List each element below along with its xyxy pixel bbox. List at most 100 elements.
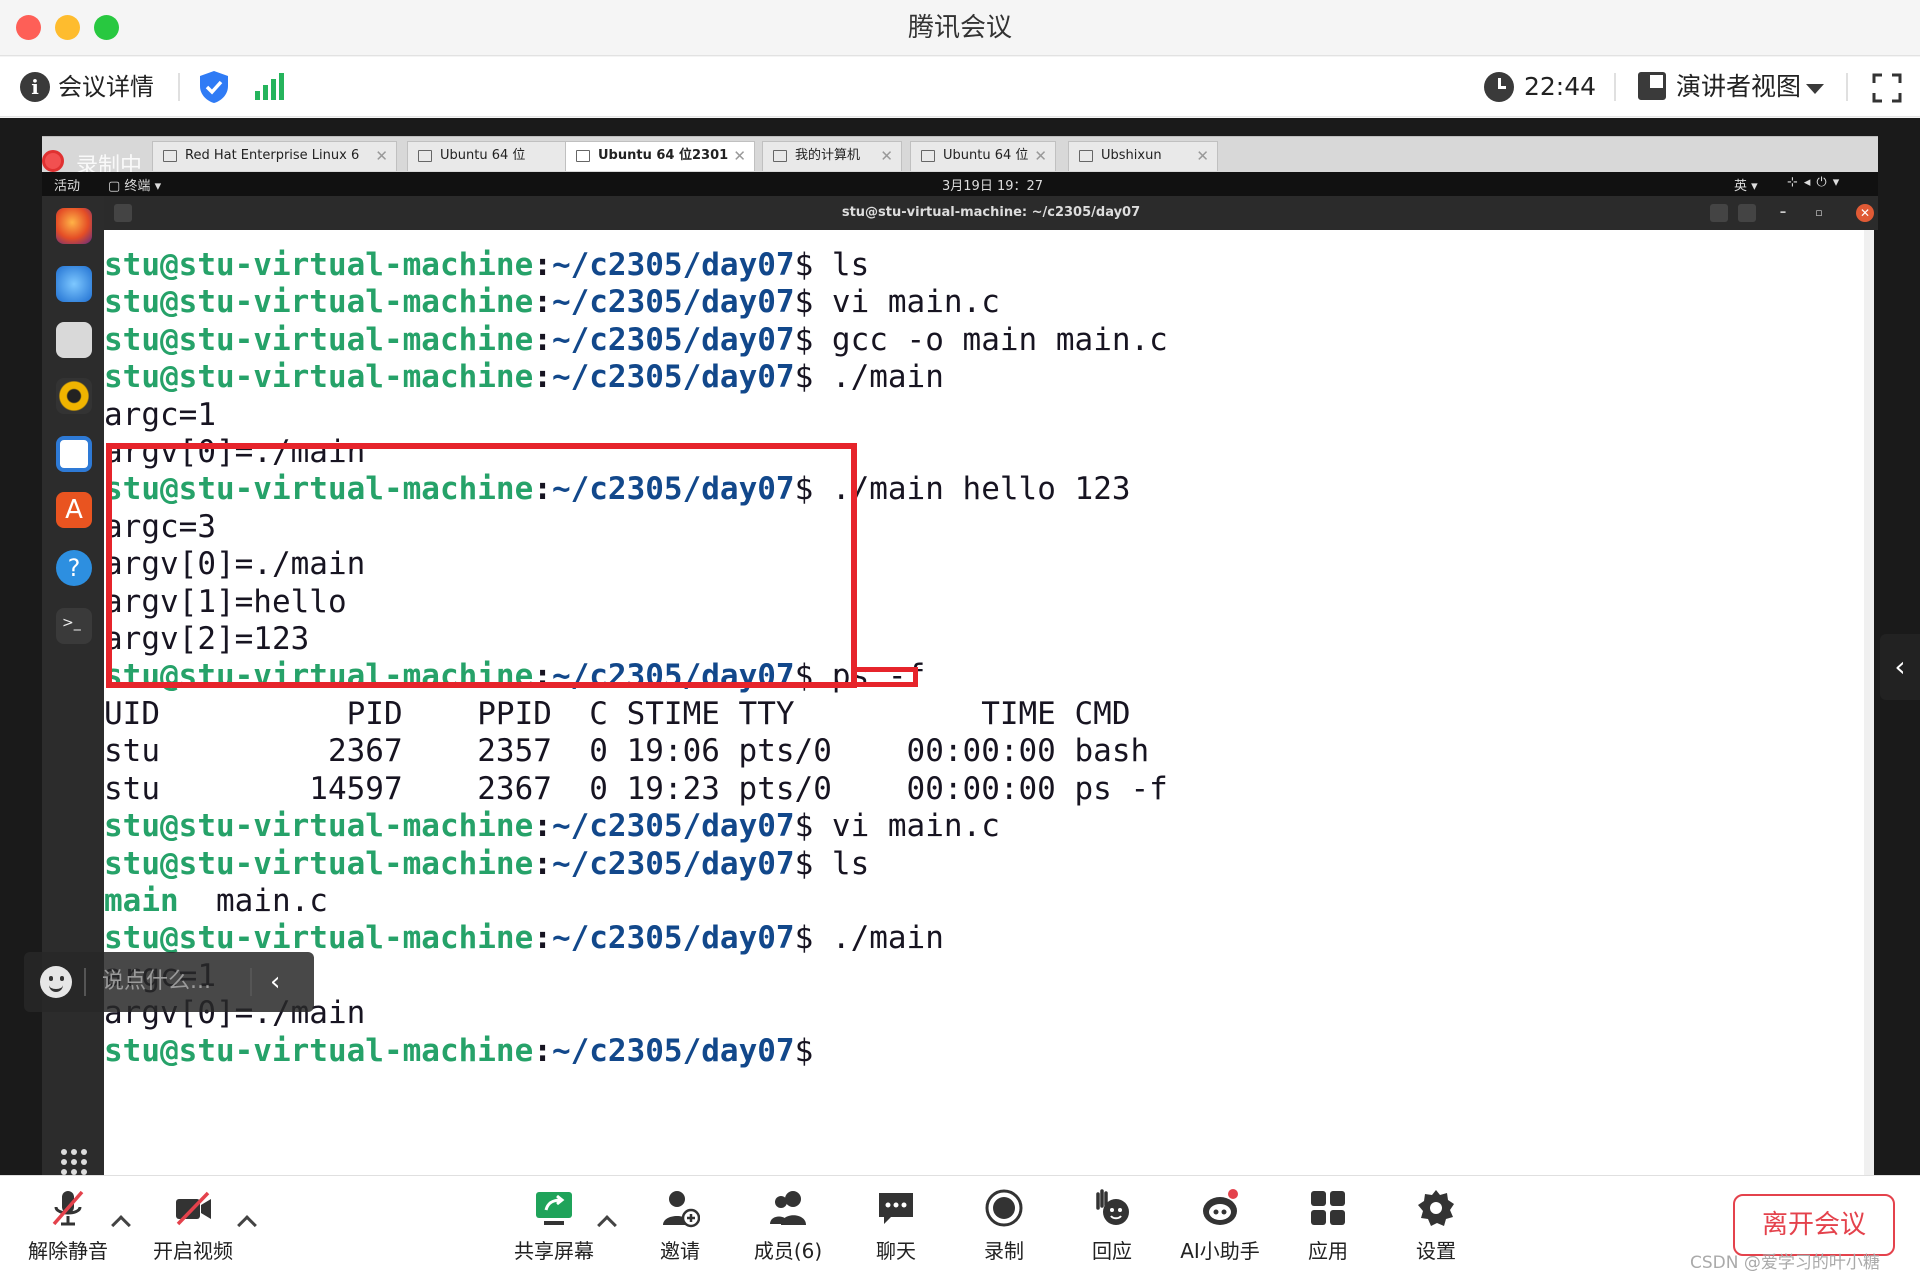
muted-mic-icon	[52, 1190, 84, 1226]
share-screen-label: 共享屏幕	[514, 1239, 594, 1263]
unmute-button[interactable]: 解除静音	[18, 1188, 118, 1274]
terminal-menu-label: 终端	[124, 179, 151, 194]
close-icon[interactable]: ✕	[1196, 142, 1209, 170]
show-apps-grid-icon[interactable]	[60, 1148, 88, 1176]
unmute-label: 解除静音	[28, 1239, 108, 1263]
emoji-icon[interactable]	[40, 966, 72, 998]
prompt-separator: :	[533, 1033, 552, 1069]
side-panel-toggle[interactable]: ‹	[1880, 634, 1920, 700]
vm-tab[interactable]: Ubshixun ✕	[1068, 141, 1218, 171]
executable-file: main	[104, 883, 179, 919]
prompt-symbol: $	[794, 322, 832, 358]
rhythmbox-icon[interactable]	[56, 378, 92, 414]
help-icon[interactable]: ?	[56, 550, 92, 586]
network-signal-icon[interactable]	[254, 73, 284, 101]
prompt-user: stu@stu-virtual-machine	[104, 846, 534, 882]
divider	[1614, 73, 1616, 101]
share-screen-button[interactable]: 共享屏幕	[504, 1188, 604, 1274]
speaker-view-icon[interactable]	[1638, 72, 1666, 100]
input-method-indicator[interactable]: 英 ▾	[1734, 175, 1758, 194]
close-icon[interactable]: ✕	[1856, 204, 1874, 222]
restore-icon[interactable]: ▫	[1810, 204, 1828, 222]
chat-input[interactable]: 说点什么...	[102, 964, 262, 1000]
hamburger-menu-icon[interactable]	[1738, 204, 1756, 222]
vm-icon	[921, 150, 935, 162]
prompt-path: ~/c2305/day07	[551, 1033, 795, 1069]
prompt-symbol: $	[794, 1033, 832, 1069]
prompt-symbol: $	[794, 846, 832, 882]
vm-tab[interactable]: Ubuntu 64 位 ✕	[910, 141, 1056, 171]
members-button[interactable]: 成员(6)	[738, 1188, 838, 1274]
divider	[250, 968, 252, 996]
fullscreen-icon[interactable]	[1872, 73, 1902, 103]
raise-hand-icon	[1096, 1189, 1129, 1225]
prompt-path: ~/c2305/day07	[551, 247, 795, 283]
start-video-button[interactable]: 开启视频	[143, 1188, 243, 1274]
terminal-output[interactable]: stu@stu-virtual-machine:~/c2305/day07$ l…	[104, 230, 1874, 1175]
close-icon[interactable]: ✕	[1034, 142, 1047, 170]
title-bar: 腾讯会议	[0, 0, 1920, 56]
terminal-prompt-line: stu@stu-virtual-machine:~/c2305/day07$ v…	[104, 284, 1000, 321]
close-icon[interactable]: ✕	[375, 142, 388, 170]
chevron-down-icon[interactable]	[1806, 84, 1824, 94]
vm-tab[interactable]: Red Hat Enterprise Linux 6 ✕	[152, 141, 397, 171]
close-icon[interactable]: ✕	[733, 142, 746, 170]
divider	[84, 968, 86, 996]
info-icon[interactable]: i	[20, 72, 50, 102]
terminal-prompt-line: stu@stu-virtual-machine:~/c2305/day07$	[104, 1033, 832, 1070]
writer-icon[interactable]	[56, 436, 92, 472]
security-shield-icon[interactable]	[198, 70, 230, 104]
settings-button[interactable]: 设置	[1386, 1188, 1486, 1274]
ai-assistant-label: AI小助手	[1180, 1239, 1260, 1263]
vm-icon	[1079, 150, 1093, 162]
reactions-button[interactable]: 回应	[1062, 1188, 1162, 1274]
terminal-app-menu[interactable]: ▢ 终端 ▾	[108, 175, 161, 194]
terminal-prompt-line: stu@stu-virtual-machine:~/c2305/day07$ l…	[104, 247, 869, 284]
firefox-icon[interactable]	[56, 208, 92, 244]
files-icon[interactable]	[56, 322, 92, 358]
terminal-output-line: UID PID PPID C STIME TTY TIME CMD	[104, 696, 1131, 732]
system-tray-icons[interactable]: ⊹◂⏻▾	[1787, 175, 1845, 190]
vm-tab-label: Ubshixun	[1101, 148, 1162, 163]
vm-tab[interactable]: 我的计算机 ✕	[762, 141, 902, 171]
prompt-user: stu@stu-virtual-machine	[104, 284, 534, 320]
terminal-command: vi main.c	[831, 284, 1000, 320]
record-button[interactable]: 录制	[954, 1188, 1054, 1274]
vm-tab-label: 我的计算机	[795, 148, 861, 163]
terminal-command: vi main.c	[831, 808, 1000, 844]
members-icon	[770, 1191, 806, 1225]
ai-assistant-button[interactable]: AI小助手	[1170, 1188, 1270, 1274]
terminal-title: stu@stu-virtual-machine: ~/c2305/day07	[841, 205, 1141, 220]
chat-button[interactable]: 聊天	[846, 1188, 946, 1274]
close-icon[interactable]: ✕	[880, 142, 893, 170]
computer-icon	[773, 150, 787, 162]
vm-icon	[163, 150, 177, 162]
thunderbird-icon[interactable]	[56, 266, 92, 302]
software-center-icon[interactable]: A	[56, 492, 92, 528]
minimize-icon[interactable]: –	[1774, 204, 1792, 222]
terminal-icon[interactable]: >_	[56, 608, 92, 644]
prompt-separator: :	[533, 846, 552, 882]
prompt-symbol: $	[794, 920, 832, 956]
reactions-label: 回应	[1092, 1239, 1132, 1263]
collapse-chevron-icon[interactable]: ‹	[270, 964, 300, 1000]
prompt-symbol: $	[794, 284, 832, 320]
apps-button[interactable]: 应用	[1278, 1188, 1378, 1274]
vm-tab-active[interactable]: Ubuntu 64 位2301 ✕	[565, 141, 755, 171]
terminal-scrollbar[interactable]	[1864, 230, 1874, 1175]
floating-chat-bar: 说点什么... ‹	[24, 952, 314, 1012]
leave-meeting-button[interactable]: 离开会议	[1733, 1194, 1895, 1256]
search-icon[interactable]	[1710, 204, 1728, 222]
activities-button[interactable]: 活动	[54, 175, 80, 194]
system-clock[interactable]: 3月19日 19：27	[942, 175, 1043, 194]
invite-button[interactable]: 邀请	[630, 1188, 730, 1274]
prompt-user: stu@stu-virtual-machine	[104, 1033, 534, 1069]
prompt-user: stu@stu-virtual-machine	[104, 808, 534, 844]
view-mode-selector[interactable]: 演讲者视图	[1676, 69, 1801, 105]
meeting-details-link[interactable]: 会议详情	[58, 69, 154, 105]
input-method-label: 英	[1734, 179, 1748, 194]
terminal-prompt-line: stu@stu-virtual-machine:~/c2305/day07$ g…	[104, 322, 1168, 359]
terminal-command: ls	[831, 846, 870, 882]
terminal-output-line: argc=1	[104, 397, 216, 433]
annotation-highlight-box	[106, 443, 857, 688]
